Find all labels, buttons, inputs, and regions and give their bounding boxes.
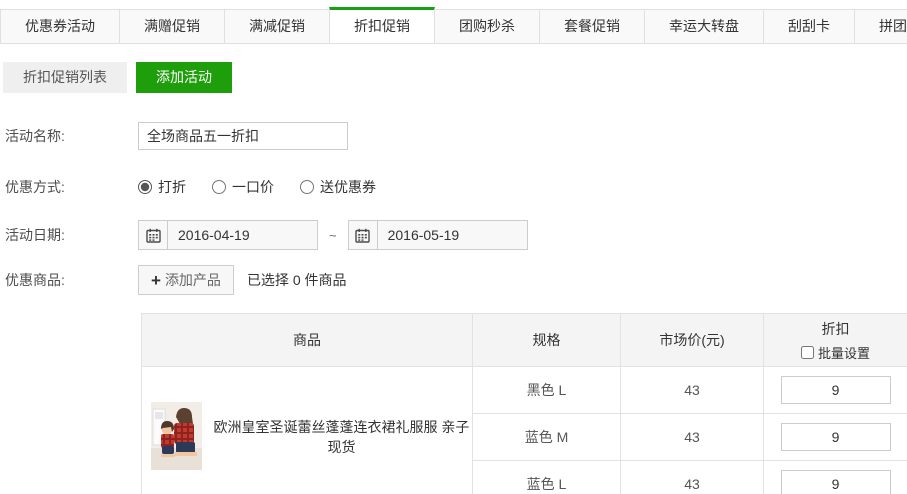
add-activity-form: 活动名称: 优惠方式: 打折 一口价 送优惠券 活动日期: xyxy=(0,122,907,295)
radio-yikoujia[interactable] xyxy=(212,180,226,194)
discount-header-title: 折扣 xyxy=(764,319,907,339)
radio-item-dazhe[interactable]: 打折 xyxy=(138,177,186,197)
date-start-value: 2016-04-19 xyxy=(168,227,250,243)
activity-date-label: 活动日期: xyxy=(5,225,138,245)
table-header-row: 商品 规格 市场价(元) 折扣 批量设置 xyxy=(142,314,907,367)
tab-groupbuy-seckill[interactable]: 团购秒杀 xyxy=(434,9,540,43)
selected-count-text: 已选择 0 件商品 xyxy=(247,270,347,290)
column-header-spec: 规格 xyxy=(473,314,621,367)
radio-item-song-coupon[interactable]: 送优惠券 xyxy=(300,177,376,197)
tab-discount-promo[interactable]: 折扣促销 xyxy=(329,7,435,44)
add-product-button[interactable]: + 添加产品 xyxy=(138,265,234,295)
radio-dazhe[interactable] xyxy=(138,180,152,194)
tab-scratch-card[interactable]: 刮刮卡 xyxy=(763,9,855,43)
tab-pintuan-seckill[interactable]: 拼团秒杀 xyxy=(854,9,907,43)
discount-input[interactable] xyxy=(781,423,891,451)
discount-input[interactable] xyxy=(781,470,891,494)
promo-goods-row: 优惠商品: + 添加产品 已选择 0 件商品 xyxy=(0,265,907,295)
discount-method-radio-group: 打折 一口价 送优惠券 xyxy=(138,177,376,197)
calendar-icon[interactable] xyxy=(139,221,168,249)
price-cell: 43 xyxy=(621,414,764,461)
discount-input[interactable] xyxy=(781,376,891,404)
plus-icon: + xyxy=(151,272,161,289)
activity-name-row: 活动名称: xyxy=(0,122,907,150)
discount-method-row: 优惠方式: 打折 一口价 送优惠券 xyxy=(0,177,907,197)
discount-cell xyxy=(764,367,907,414)
promo-tabbar: 优惠券活动 满赠促销 满减促销 折扣促销 团购秒杀 套餐促销 幸运大转盘 刮刮卡… xyxy=(0,0,907,44)
radio-item-yikoujia[interactable]: 一口价 xyxy=(212,177,274,197)
column-header-price: 市场价(元) xyxy=(621,314,764,367)
product-image xyxy=(151,402,202,473)
radio-song-coupon-label: 送优惠券 xyxy=(320,177,376,197)
batch-set-checkbox[interactable] xyxy=(801,346,814,359)
date-end-picker[interactable]: 2016-05-19 xyxy=(348,220,528,250)
radio-dazhe-label: 打折 xyxy=(158,177,186,197)
discount-subtabs: 折扣促销列表 添加活动 xyxy=(3,62,907,93)
column-header-discount: 折扣 批量设置 xyxy=(764,314,907,367)
subtab-discount-list[interactable]: 折扣促销列表 xyxy=(3,62,127,93)
activity-name-label: 活动名称: xyxy=(5,126,138,146)
product-cell: 欧洲皇室圣诞蕾丝蓬蓬连衣裙礼服服 亲子现货 xyxy=(142,367,473,494)
spec-cell: 黑色 L xyxy=(473,367,621,414)
radio-song-coupon[interactable] xyxy=(300,180,314,194)
spec-cell: 蓝色 M xyxy=(473,414,621,461)
discount-cell xyxy=(764,414,907,461)
calendar-icon[interactable] xyxy=(349,221,378,249)
date-range-separator: ~ xyxy=(329,228,337,243)
date-end-value: 2016-05-19 xyxy=(378,227,460,243)
tab-full-gift[interactable]: 满赠促销 xyxy=(119,9,225,43)
product-name: 欧洲皇室圣诞蕾丝蓬蓬连衣裙礼服服 亲子现货 xyxy=(211,417,472,457)
batch-set-label: 批量设置 xyxy=(818,343,870,362)
activity-name-input[interactable] xyxy=(138,122,348,150)
price-cell: 43 xyxy=(621,367,764,414)
discount-method-label: 优惠方式: xyxy=(5,177,138,197)
add-product-label: 添加产品 xyxy=(165,270,221,290)
date-start-picker[interactable]: 2016-04-19 xyxy=(138,220,318,250)
discount-cell xyxy=(764,461,907,494)
table-row: 欧洲皇室圣诞蕾丝蓬蓬连衣裙礼服服 亲子现货 黑色 L 43 xyxy=(142,367,907,414)
subtab-add-activity[interactable]: 添加活动 xyxy=(136,62,232,93)
tab-coupon-activity[interactable]: 优惠券活动 xyxy=(0,9,120,43)
tab-lucky-wheel[interactable]: 幸运大转盘 xyxy=(644,9,764,43)
tab-package-promo[interactable]: 套餐促销 xyxy=(539,9,645,43)
batch-set-control[interactable]: 批量设置 xyxy=(764,343,907,362)
spec-cell: 蓝色 L xyxy=(473,461,621,494)
promo-goods-label: 优惠商品: xyxy=(5,270,138,290)
tab-full-reduction[interactable]: 满减促销 xyxy=(224,9,330,43)
activity-date-row: 活动日期: 2016-04-19 ~ xyxy=(0,220,907,250)
price-cell: 43 xyxy=(621,461,764,494)
product-discount-table: 商品 规格 市场价(元) 折扣 批量设置 xyxy=(141,313,907,494)
radio-yikoujia-label: 一口价 xyxy=(232,177,274,197)
column-header-product: 商品 xyxy=(142,314,473,367)
